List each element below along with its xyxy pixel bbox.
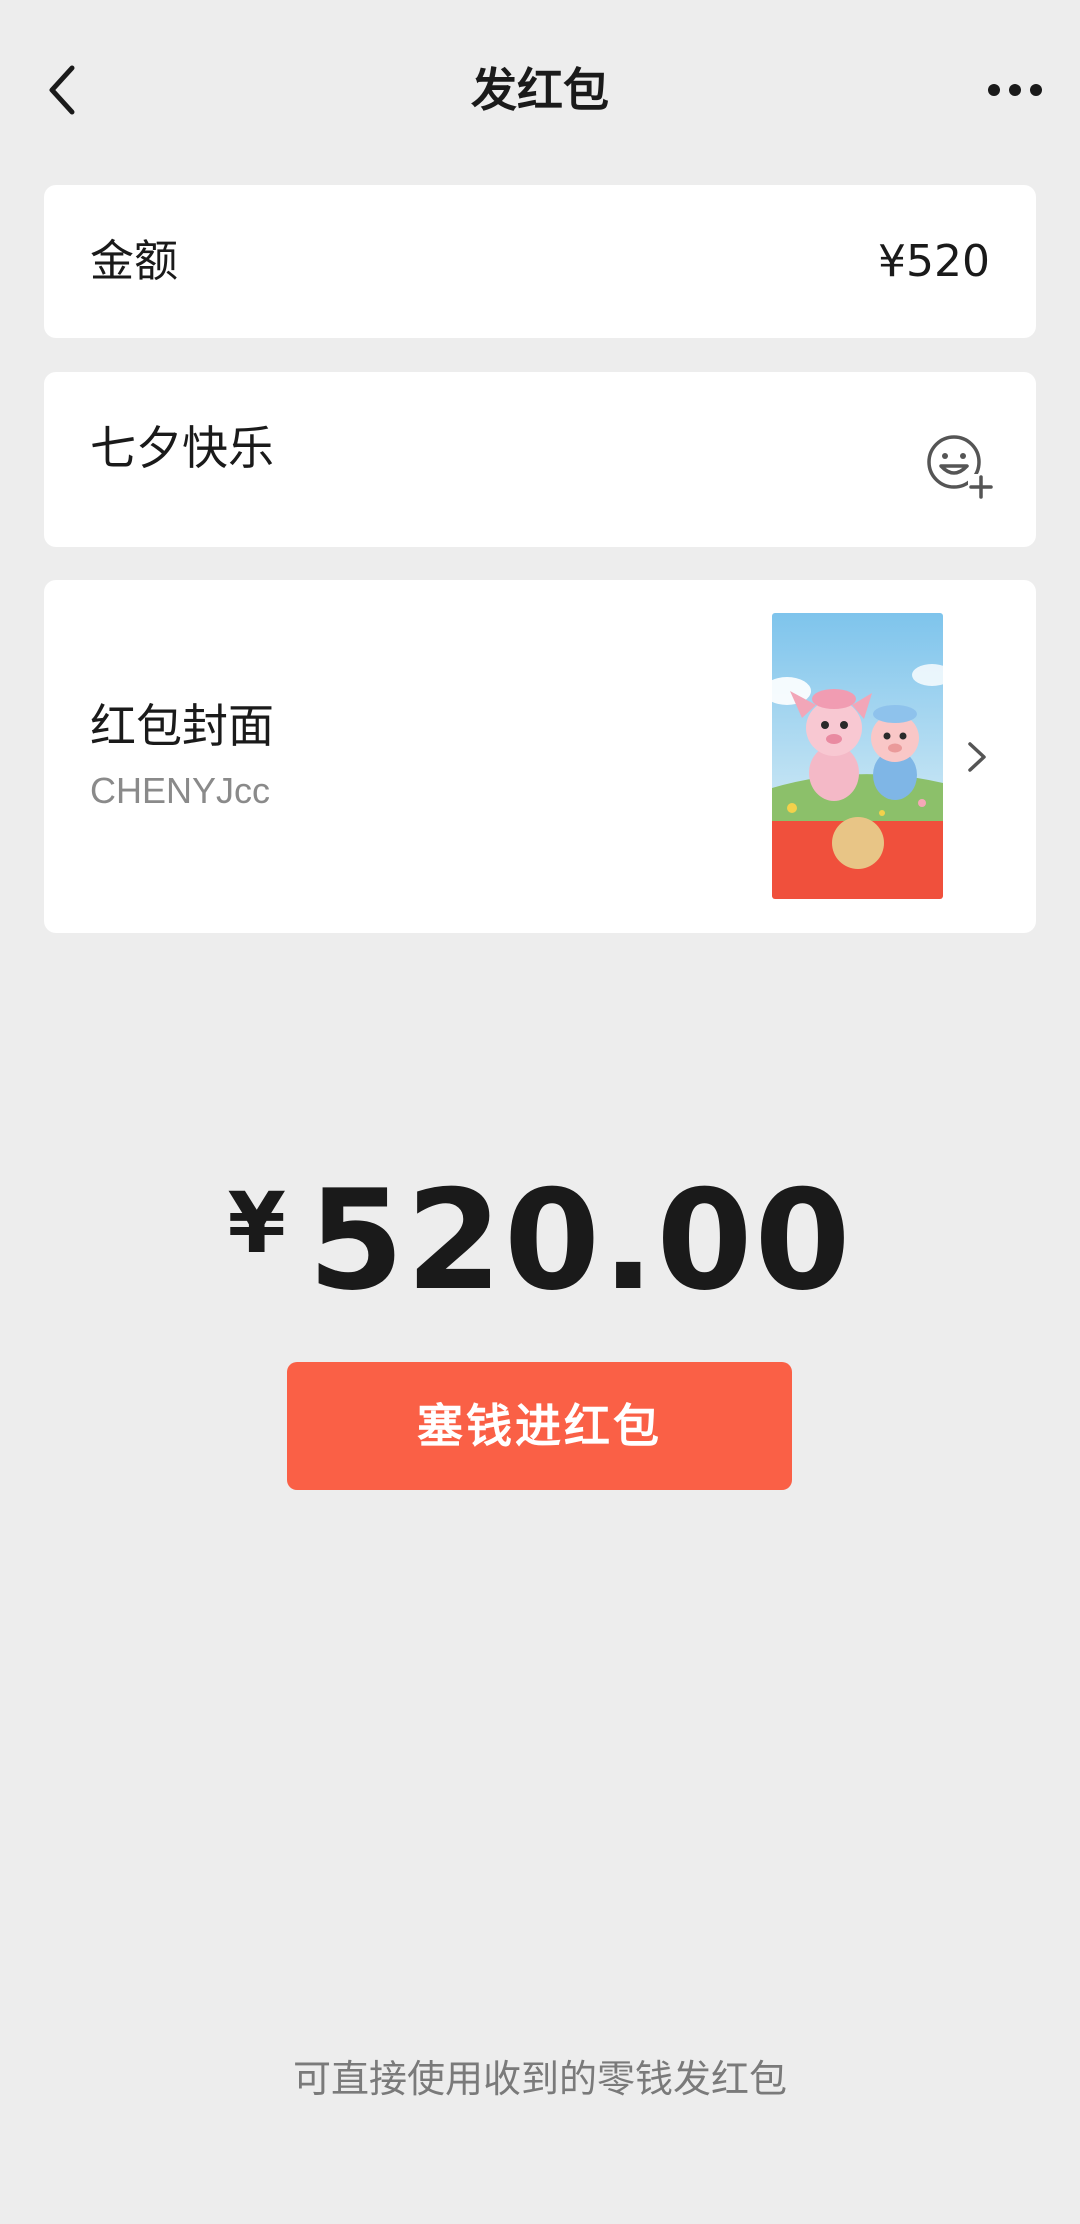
total-amount-value: 520.00 [307,1160,853,1321]
cover-label: 红包封面 [90,699,274,753]
greeting-input[interactable]: 七夕快乐 [90,412,274,478]
amount-label: 金额 [90,236,178,287]
more-dots-icon [988,84,1042,96]
chevron-right-icon [968,742,986,772]
emoji-add-icon [927,435,994,500]
emoji-button[interactable] [924,430,996,502]
stuff-money-button[interactable]: 塞钱进红包 [287,1362,792,1490]
cover-author: CHENYJcc [90,770,271,811]
footer-hint: 可直接使用收到的零钱发红包 [292,2057,787,2101]
more-button[interactable] [980,58,1050,122]
currency-symbol: ¥ [227,1174,286,1272]
cover-row[interactable]: 红包封面 CHENYJcc [44,580,1036,933]
pig-cover-image [772,613,943,899]
cover-thumbnail[interactable] [772,613,943,899]
amount-value: ¥520 [878,236,990,287]
amount-row[interactable]: 金额 ¥520 [44,185,1036,338]
total-amount: ¥520.00 [0,1160,1080,1321]
page-title: 发红包 [471,63,609,117]
greeting-row[interactable]: 七夕快乐 [44,372,1036,547]
